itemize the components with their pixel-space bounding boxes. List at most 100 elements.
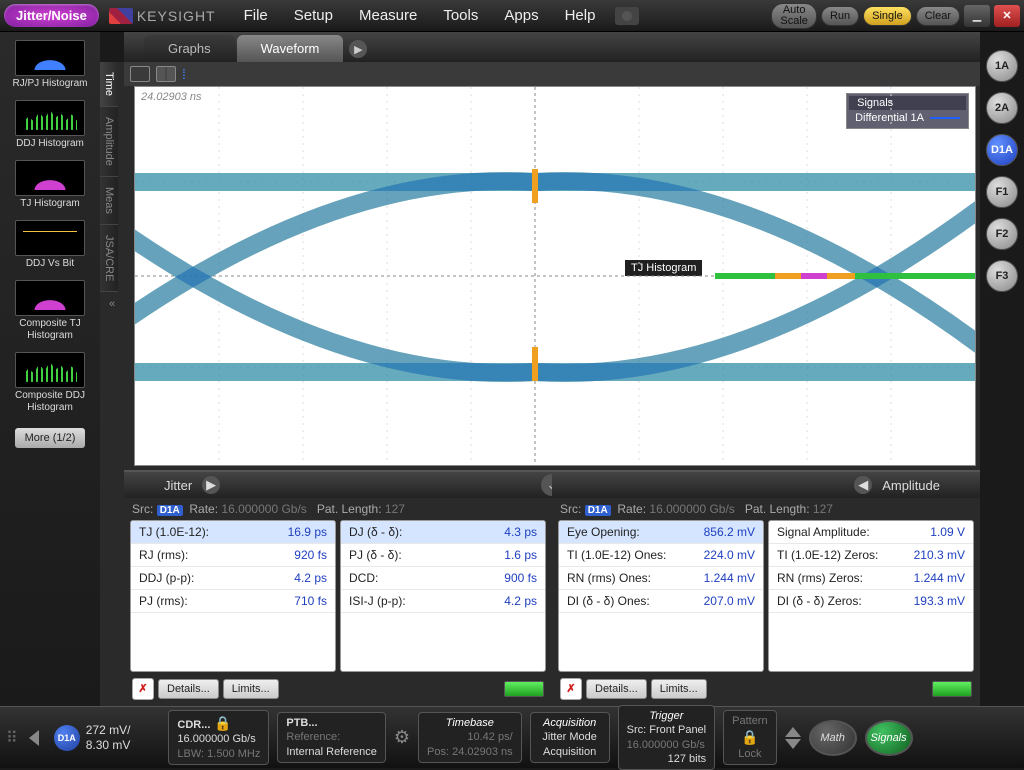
- meas-row[interactable]: PJ (rms):710 fs: [131, 590, 335, 613]
- lock-icon: 🔒: [214, 715, 231, 731]
- channel-1a-button[interactable]: 1A: [986, 50, 1018, 82]
- main-menu: FileSetupMeasureToolsAppsHelp: [232, 3, 608, 28]
- tab-next-icon[interactable]: ▶: [349, 40, 367, 58]
- meas-row[interactable]: DI (δ - δ) Zeros:193.3 mV: [769, 590, 973, 613]
- meas-row[interactable]: DI (δ - δ) Ones:207.0 mV: [559, 590, 763, 613]
- autoscale-button[interactable]: Auto Scale: [771, 3, 817, 29]
- meas-row[interactable]: Eye Opening:856.2 mV: [559, 521, 763, 544]
- layout-split-icon[interactable]: [156, 66, 176, 82]
- main-tabs: GraphsWaveform ▶: [124, 32, 980, 62]
- down-arrow-icon[interactable]: [785, 739, 801, 749]
- timebase-box[interactable]: Timebase 10.42 ps/ Pos: 24.02903 ns: [418, 712, 522, 763]
- menu-help[interactable]: Help: [553, 3, 608, 28]
- channel-f1-button[interactable]: F1: [986, 176, 1018, 208]
- math-button[interactable]: Math: [809, 720, 857, 756]
- meas-row[interactable]: DDJ (p-p):4.2 ps: [131, 567, 335, 590]
- sb-left-arrow-icon[interactable]: [29, 730, 39, 746]
- close-icon[interactable]: ✕: [994, 5, 1020, 27]
- jitter-close-button[interactable]: ✗: [132, 678, 154, 700]
- thumb-label: TJ Histogram: [4, 198, 96, 210]
- meas-row[interactable]: TI (1.0E-12) Zeros:210.3 mV: [769, 544, 973, 567]
- vtab-amplitude[interactable]: Amplitude: [100, 107, 118, 177]
- thumb-label: DDJ Vs Bit: [4, 258, 96, 270]
- meas-row[interactable]: PJ (δ - δ):1.6 ps: [341, 544, 545, 567]
- thumb-rj-pj-histogram[interactable]: RJ/PJ Histogram: [4, 40, 96, 90]
- amplitude-close-button[interactable]: ✗: [560, 678, 582, 700]
- thumb-tj-histogram[interactable]: TJ Histogram: [4, 160, 96, 210]
- meas-row[interactable]: Signal Amplitude:1.09 V: [769, 521, 973, 544]
- thumb-label: Composite DDJ Histogram: [4, 390, 96, 414]
- minimize-icon[interactable]: ▁: [964, 5, 990, 27]
- up-arrow-icon[interactable]: [785, 727, 801, 737]
- vtab-jsa-cre[interactable]: JSA/CRE: [100, 225, 118, 292]
- layout-single-icon[interactable]: [130, 66, 150, 82]
- thumb-ddj-vs-bit[interactable]: DDJ Vs Bit: [4, 220, 96, 270]
- single-button[interactable]: Single: [863, 6, 912, 26]
- thumb-label: RJ/PJ Histogram: [4, 78, 96, 90]
- sb-offset: 8.30 mV: [86, 738, 131, 752]
- thumb-composite-tj-histogram[interactable]: Composite TJ Histogram: [4, 280, 96, 342]
- tab-waveform[interactable]: Waveform: [237, 35, 344, 62]
- jitter-limits-button[interactable]: Limits...: [223, 679, 279, 699]
- settings-gear-icon[interactable]: ⚙: [394, 727, 410, 748]
- meas-row[interactable]: DJ (δ - δ):4.3 ps: [341, 521, 545, 544]
- pattern-lock-icon: 🔒: [732, 728, 767, 746]
- menubar: Jitter/Noise KEYSIGHT FileSetupMeasureTo…: [0, 0, 1024, 32]
- scroll-arrows: [785, 727, 801, 749]
- meas-row[interactable]: RJ (rms):920 fs: [131, 544, 335, 567]
- amplitude-status-led: [932, 681, 972, 697]
- sb-handle-icon[interactable]: ⠿: [6, 728, 18, 748]
- amplitude-prev-icon[interactable]: ◀: [854, 476, 872, 494]
- ptb-box[interactable]: PTB... Reference: Internal Reference: [277, 712, 386, 763]
- menu-tools[interactable]: Tools: [431, 3, 490, 28]
- vtab-meas[interactable]: Meas: [100, 177, 118, 225]
- menu-setup[interactable]: Setup: [282, 3, 345, 28]
- amplitude-details-button[interactable]: Details...: [586, 679, 647, 699]
- vtab-time[interactable]: Time: [100, 62, 118, 107]
- meas-row[interactable]: RN (rms) Ones:1.244 mV: [559, 567, 763, 590]
- amplitude-col-1: Eye Opening:856.2 mVTI (1.0E-12) Ones:22…: [558, 520, 764, 672]
- meas-row[interactable]: RN (rms) Zeros:1.244 mV: [769, 567, 973, 590]
- trigger-box[interactable]: Trigger Src: Front Panel 16.000000 Gb/s …: [618, 705, 715, 770]
- channel-d1a-button[interactable]: D1A: [986, 134, 1018, 166]
- acquisition-box[interactable]: Acquisition Jitter Mode Acquisition: [530, 712, 610, 763]
- waveform-plot[interactable]: 24.02903 ns Signals Differential 1A TJ H…: [134, 86, 976, 466]
- collapse-sidebar-icon[interactable]: «: [100, 292, 124, 316]
- channel-f3-button[interactable]: F3: [986, 260, 1018, 292]
- src-chip[interactable]: D1A: [157, 505, 183, 516]
- run-controls: Auto Scale Run Single Clear ▁ ✕: [771, 3, 1020, 29]
- jitter-col-2: DJ (δ - δ):4.3 psPJ (δ - δ):1.6 psDCD:90…: [340, 520, 546, 672]
- meas-row[interactable]: TI (1.0E-12) Ones:224.0 mV: [559, 544, 763, 567]
- mode-badge[interactable]: Jitter/Noise: [4, 4, 99, 27]
- meas-row[interactable]: TJ (1.0E-12):16.9 ps: [131, 521, 335, 544]
- channel-2a-button[interactable]: 2A: [986, 92, 1018, 124]
- screenshot-icon[interactable]: [615, 7, 639, 25]
- menu-apps[interactable]: Apps: [492, 3, 550, 28]
- amplitude-limits-button[interactable]: Limits...: [651, 679, 707, 699]
- main-area: GraphsWaveform ▶ ⁞ 24.02903 ns Signals Di…: [124, 32, 980, 706]
- run-button[interactable]: Run: [821, 6, 859, 26]
- pattern-box[interactable]: Pattern 🔒 Lock: [723, 710, 776, 765]
- channel-f2-button[interactable]: F2: [986, 218, 1018, 250]
- signals-button[interactable]: Signals: [865, 720, 913, 756]
- thumb-composite-ddj-histogram[interactable]: Composite DDJ Histogram: [4, 352, 96, 414]
- menu-file[interactable]: File: [232, 3, 280, 28]
- eye-diagram-svg: [135, 87, 975, 465]
- src-chip[interactable]: D1A: [585, 505, 611, 516]
- sb-channel[interactable]: D1A 272 mV/ 8.30 mV: [54, 723, 131, 752]
- jitter-title: Jitter: [164, 478, 192, 493]
- menu-measure[interactable]: Measure: [347, 3, 429, 28]
- sb-channel-chip: D1A: [54, 725, 80, 751]
- cdr-box[interactable]: CDR...🔒 16.000000 Gb/s LBW: 1.500 MHz: [168, 710, 269, 765]
- jitter-next-icon[interactable]: ▶: [202, 476, 220, 494]
- clear-button[interactable]: Clear: [916, 6, 960, 26]
- jitter-details-button[interactable]: Details...: [158, 679, 219, 699]
- results-area: Jitter ▶ ⌄ Src: D1A Rate: 16.000000 Gb/s…: [124, 470, 980, 706]
- meas-row[interactable]: ISI-J (p-p):4.2 ps: [341, 590, 545, 613]
- tab-graphs[interactable]: Graphs: [144, 35, 235, 62]
- meas-row[interactable]: DCD:900 fs: [341, 567, 545, 590]
- thumb-ddj-histogram[interactable]: DDJ Histogram: [4, 100, 96, 150]
- more-button[interactable]: More (1/2): [15, 428, 86, 448]
- sb-nav-arrows: [26, 733, 42, 743]
- overflow-icon[interactable]: ⁞: [182, 66, 186, 82]
